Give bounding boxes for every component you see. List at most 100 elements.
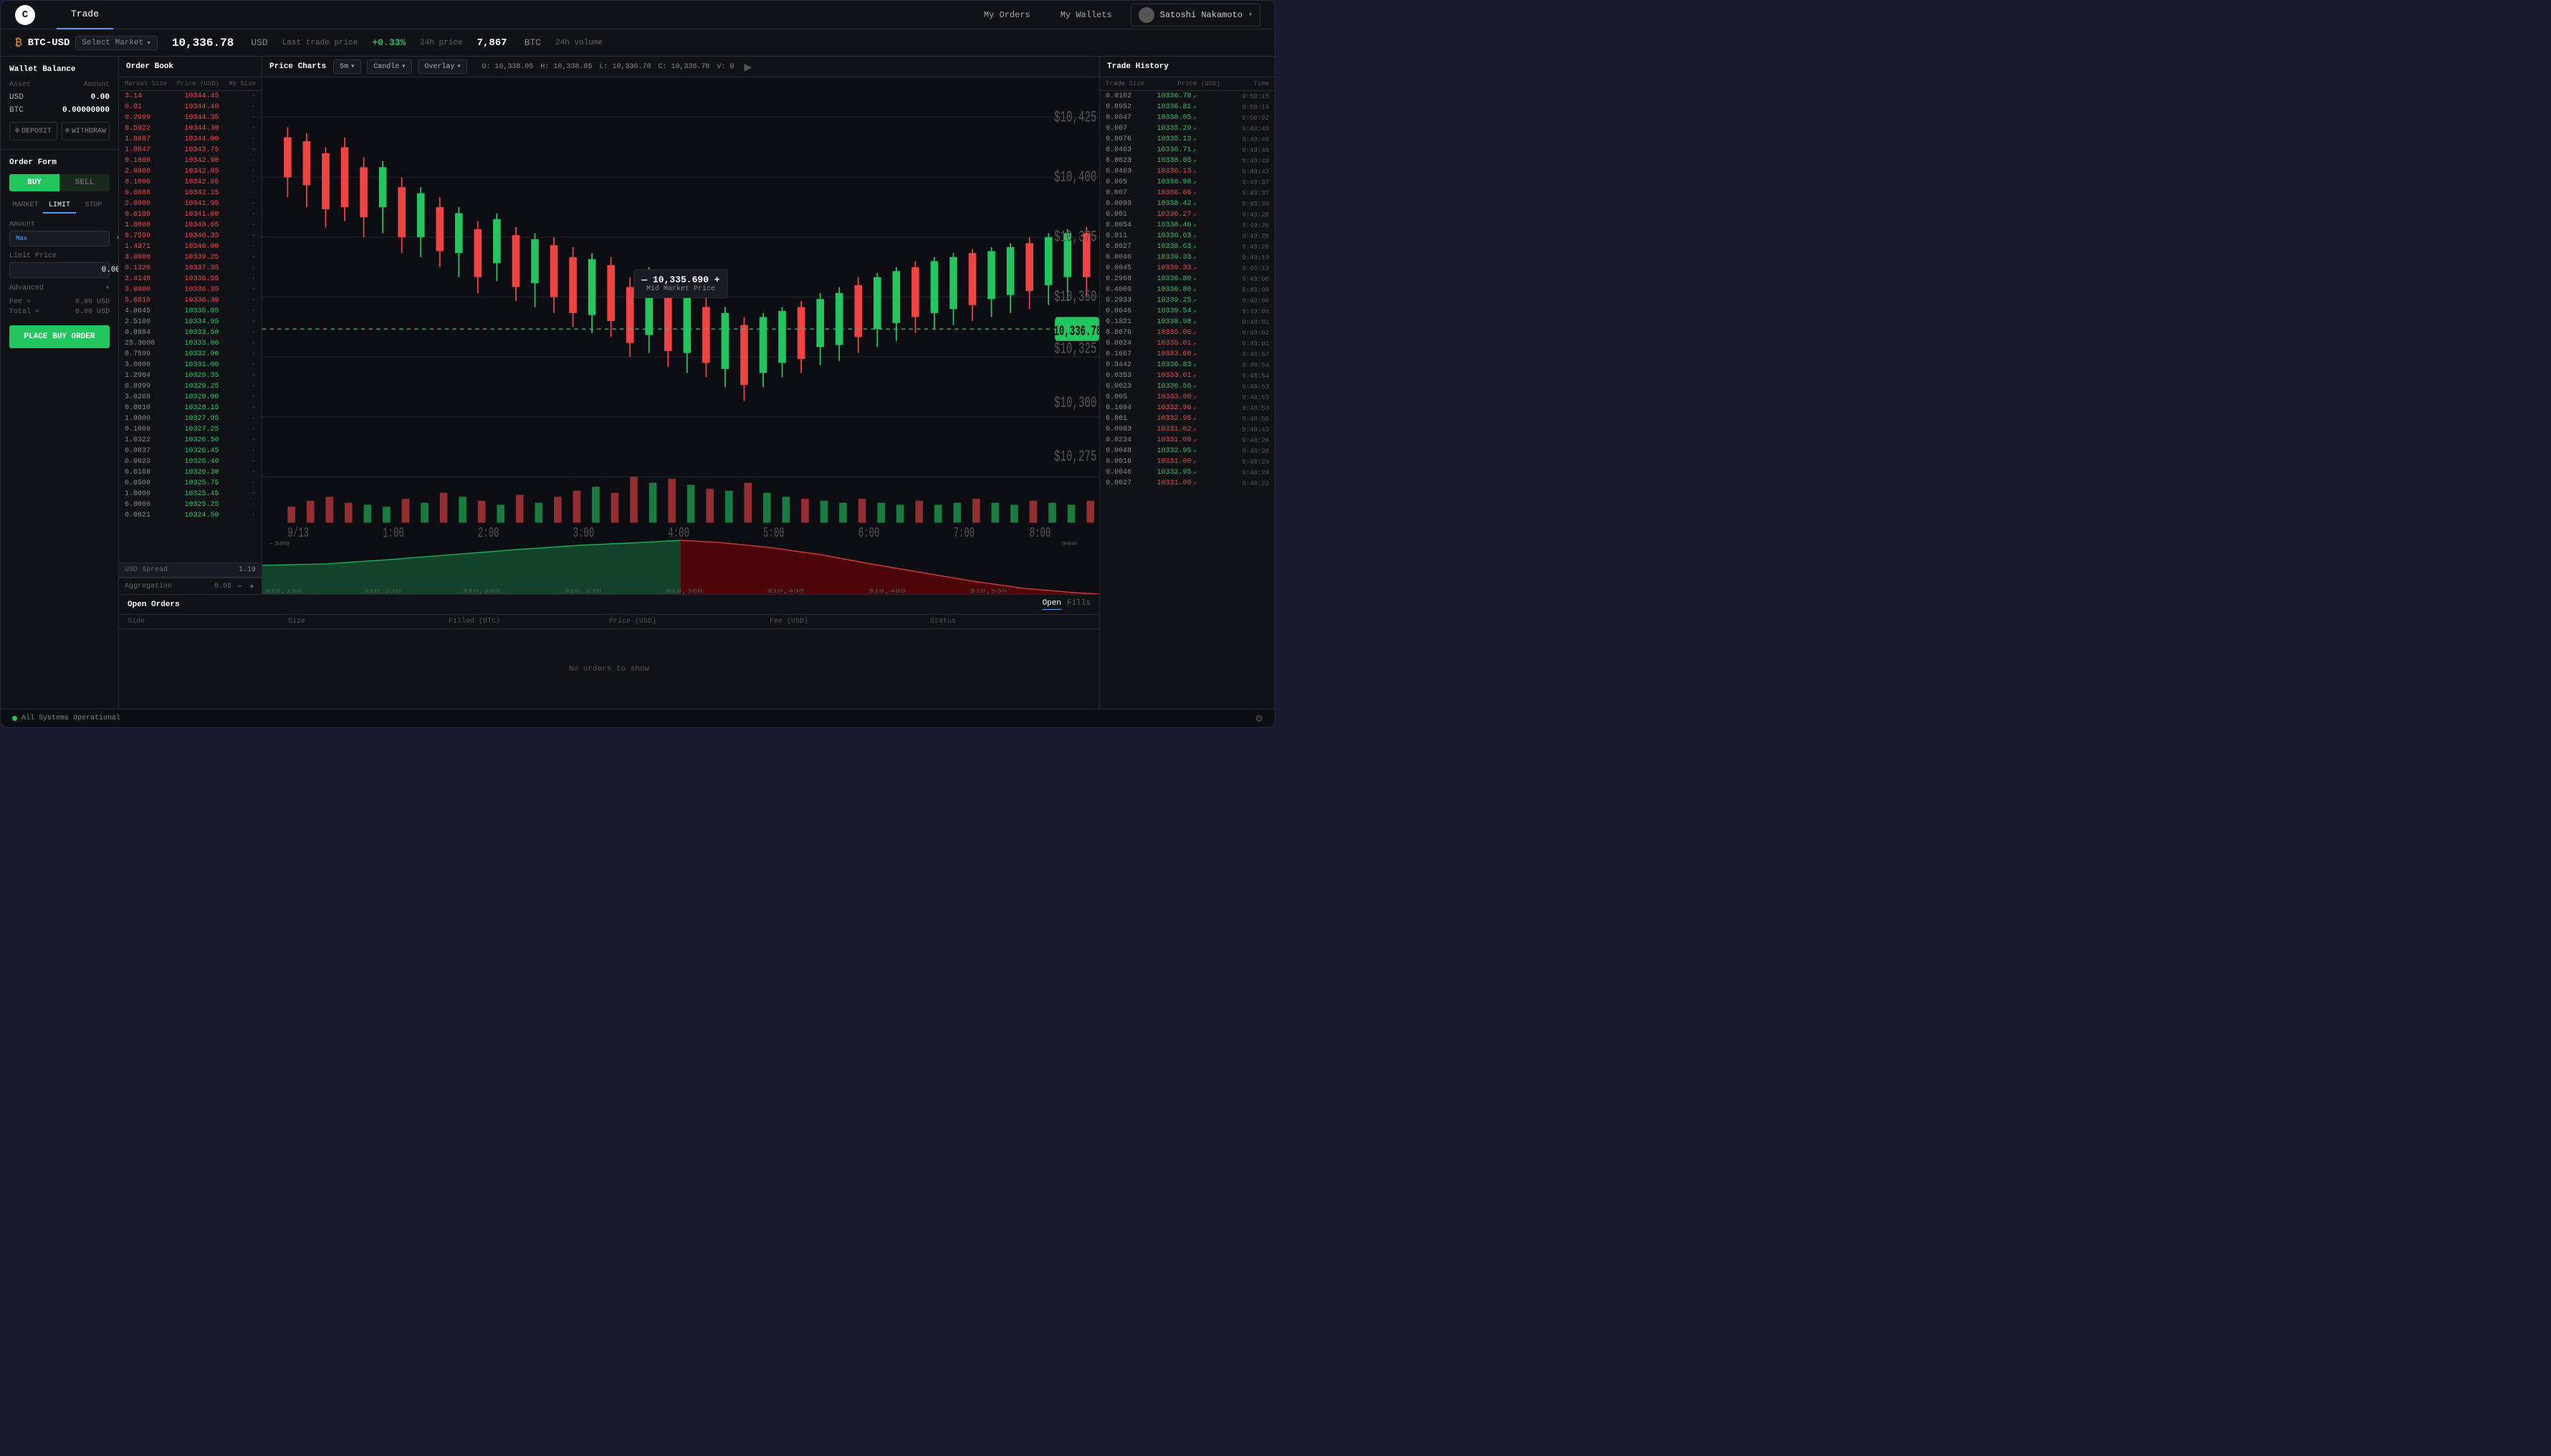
- order-book-sell-row[interactable]: 0.1320 10337.35 -: [119, 263, 262, 274]
- order-book-sell-row[interactable]: 3.0000 10336.35 -: [119, 284, 262, 295]
- buy-size: 0.0023: [125, 458, 157, 466]
- order-book-buy-row[interactable]: 2.5100 10334.95 -: [119, 317, 262, 327]
- order-book-sell-row[interactable]: 3.14 10344.45 -: [119, 91, 262, 102]
- sell-my-size: -: [241, 264, 256, 272]
- trade-size: 0.0076: [1106, 135, 1142, 143]
- buy-size: 6.0000: [125, 501, 157, 509]
- order-book-sell-row[interactable]: 2.0000 10342.85 -: [119, 166, 262, 177]
- trade-history-row: 0.0076 10335.13 ↗ 9:49:48: [1100, 134, 1275, 145]
- app-logo[interactable]: C: [15, 5, 35, 25]
- max-button[interactable]: Max: [16, 235, 27, 242]
- market-select[interactable]: Select Market ▾: [75, 36, 157, 50]
- market-order-tab[interactable]: MARKET: [9, 198, 42, 214]
- sell-my-size: -: [241, 168, 256, 176]
- order-book-sell-row[interactable]: 3.0000 10339.25 -: [119, 252, 262, 263]
- order-book-buy-row[interactable]: 0.1000 10327.25 -: [119, 424, 262, 435]
- order-book-sell-row[interactable]: 0.2999 10344.35 -: [119, 112, 262, 123]
- trade-size: 0.001: [1106, 211, 1142, 219]
- buy-my-size: -: [241, 479, 256, 487]
- svg-text:10,336.78: 10,336.78: [1053, 323, 1099, 340]
- overlay-selector[interactable]: Overlay ▾: [418, 59, 467, 74]
- order-book-buy-row[interactable]: 0.0023 10326.40 -: [119, 456, 262, 467]
- order-book-sell-row[interactable]: 1.0087 10344.00 -: [119, 134, 262, 145]
- order-book-sell-row[interactable]: 1.0000 10340.65 -: [119, 220, 262, 231]
- order-book-buy-row[interactable]: 4.0045 10335.05 -: [119, 306, 262, 317]
- timeframe-selector[interactable]: 5m ▾: [333, 59, 361, 74]
- order-book-buy-row[interactable]: 0.6168 10326.30 -: [119, 467, 262, 478]
- order-book-buy-row[interactable]: 3.0000 10331.00 -: [119, 360, 262, 370]
- trade-history-row: 0.0234 10331.00 ↗ 9:48:28: [1100, 435, 1275, 446]
- sell-price: 10342.15: [180, 189, 219, 197]
- chart-area: Price Charts 5m ▾ Candle ▾ Overl: [262, 57, 1099, 594]
- tab-trade[interactable]: Trade: [57, 1, 113, 29]
- order-book-sell-row[interactable]: 0.7599 10340.35 -: [119, 231, 262, 241]
- order-book-sell-row[interactable]: 0.6100 10341.80 -: [119, 209, 262, 220]
- sell-price: 10340.65: [180, 221, 219, 229]
- withdraw-button[interactable]: ⊖ WITHDRAW: [62, 122, 110, 140]
- aggregation-increase-button[interactable]: +: [248, 581, 256, 591]
- order-book-sell-row[interactable]: 0.0688 10342.15 -: [119, 188, 262, 198]
- user-menu[interactable]: Satoshi Nakamoto ▾: [1131, 4, 1260, 27]
- buy-size: 1.0322: [125, 436, 157, 444]
- trade-price: 10336.66 ↗: [1157, 189, 1215, 197]
- chart-type-selector[interactable]: Candle ▾: [367, 59, 412, 74]
- buy-my-size: -: [241, 350, 256, 358]
- amount-input-row: Max BTC: [9, 231, 110, 246]
- aggregation-decrease-button[interactable]: −: [236, 581, 244, 591]
- stop-order-tab[interactable]: STOP: [77, 198, 110, 214]
- order-book-buy-row[interactable]: 0.0999 10329.25 -: [119, 381, 262, 392]
- order-book-buy-row[interactable]: 25.3000 10333.00 -: [119, 338, 262, 349]
- order-book-buy-row[interactable]: 0.0010 10328.15 -: [119, 403, 262, 413]
- sell-my-size: -: [241, 211, 256, 219]
- fills-tab[interactable]: Fills: [1067, 599, 1091, 610]
- sell-size: 0.5922: [125, 125, 157, 133]
- trade-history-row: 0.3442 10336.83 ↗ 9:48:54: [1100, 360, 1275, 370]
- my-orders-button[interactable]: My Orders: [972, 6, 1042, 24]
- candlestick-chart: $10,425 $10,400 $10,375 $10,350 $10,325 …: [262, 77, 1099, 537]
- sell-my-size: -: [241, 275, 256, 283]
- advanced-row[interactable]: Advanced ▾: [9, 284, 110, 292]
- order-book-sell-row[interactable]: 0.1000 10342.90 -: [119, 155, 262, 166]
- limit-price-input[interactable]: [16, 266, 119, 274]
- trade-time: 9:48:53: [1230, 405, 1269, 412]
- order-book-sell-row[interactable]: 0.01 10344.40 -: [119, 102, 262, 112]
- limit-order-tab[interactable]: LIMIT: [43, 198, 75, 214]
- order-book-buy-row[interactable]: 0.0984 10333.50 -: [119, 327, 262, 338]
- sell-price: 10344.45: [180, 92, 219, 100]
- trade-size: 0.1667: [1106, 350, 1142, 358]
- my-wallets-button[interactable]: My Wallets: [1049, 6, 1124, 24]
- buy-tab[interactable]: BUY: [9, 174, 59, 191]
- order-book-sell-row[interactable]: 1.4371 10340.00 -: [119, 241, 262, 252]
- usd-balance-row: USD 0.00: [9, 93, 110, 102]
- chart-forward-button[interactable]: ▶: [742, 61, 755, 73]
- order-book-sell-row[interactable]: 2.0000 10341.95 -: [119, 198, 262, 209]
- order-book-sell-row[interactable]: 5.6010 10336.30 -: [119, 295, 262, 306]
- deposit-button[interactable]: ⊕ DEPOSIT: [9, 122, 57, 140]
- buy-price: 10329.25: [180, 383, 219, 391]
- open-orders-title: Open Orders: [128, 600, 180, 609]
- order-book-buy-row[interactable]: 1.2904 10329.35 -: [119, 370, 262, 381]
- order-book-sell-row[interactable]: 1.0047 10343.75 -: [119, 145, 262, 155]
- sell-size: 1.0000: [125, 221, 157, 229]
- order-book-buy-row[interactable]: 3.0268 10329.00 -: [119, 392, 262, 403]
- order-book-buy-row[interactable]: 1.0000 10325.45 -: [119, 489, 262, 499]
- open-tab[interactable]: Open: [1043, 599, 1061, 610]
- order-book-buy-row[interactable]: 1.0322 10326.50 -: [119, 435, 262, 446]
- buy-price: 10326.30: [180, 469, 219, 476]
- order-book-buy-row[interactable]: 6.0000 10325.25 -: [119, 499, 262, 510]
- trade-time: 9:48:22: [1230, 480, 1269, 487]
- sell-tab[interactable]: SELL: [59, 174, 110, 191]
- order-book-buy-row[interactable]: 0.0037 10326.45 -: [119, 446, 262, 456]
- order-book-buy-row[interactable]: 1.0000 10327.95 -: [119, 413, 262, 424]
- plus-icon: ⊕: [15, 127, 19, 135]
- order-book-sell-row[interactable]: 2.4140 10336.55 -: [119, 274, 262, 284]
- place-buy-order-button[interactable]: PLACE BUY ORDER: [9, 325, 110, 348]
- order-book-buy-row[interactable]: 0.0021 10324.50 -: [119, 510, 262, 521]
- order-book-buy-row[interactable]: 0.0500 10325.75 -: [119, 478, 262, 489]
- amount-input[interactable]: [32, 234, 119, 243]
- order-book-sell-row[interactable]: 0.1000 10342.65 -: [119, 177, 262, 188]
- order-book-sell-row[interactable]: 0.5922 10344.30 -: [119, 123, 262, 134]
- settings-button[interactable]: ⚙: [1255, 713, 1263, 724]
- buy-size: 1.2904: [125, 372, 157, 380]
- order-book-buy-row[interactable]: 0.7599 10332.90 -: [119, 349, 262, 360]
